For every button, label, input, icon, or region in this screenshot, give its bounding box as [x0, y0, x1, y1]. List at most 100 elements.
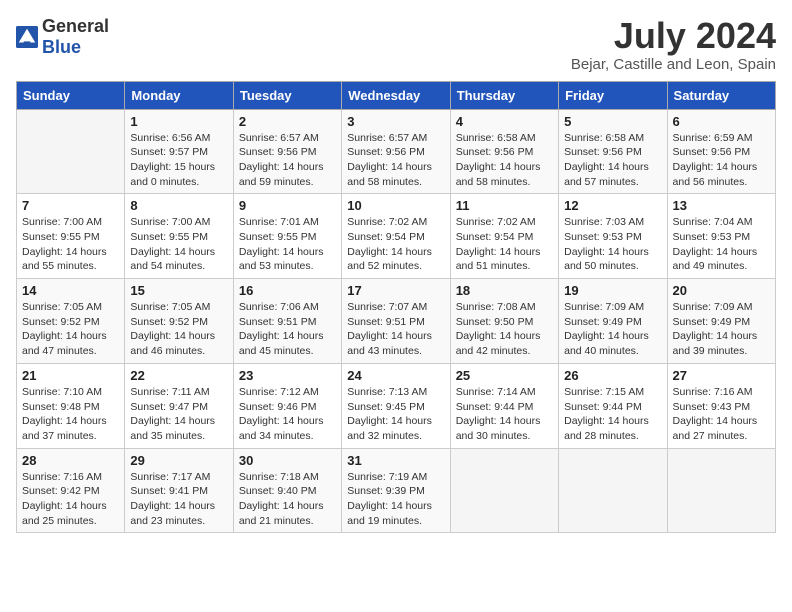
week-row-3: 14Sunrise: 7:05 AMSunset: 9:52 PMDayligh… [17, 279, 776, 364]
logo-icon [16, 26, 38, 48]
day-number: 21 [22, 368, 119, 383]
day-number: 17 [347, 283, 444, 298]
logo-general: General [42, 16, 109, 36]
calendar-cell [450, 448, 558, 533]
logo: General Blue [16, 16, 109, 58]
calendar-cell: 5 Sunrise: 6:58 AMSunset: 9:56 PMDaylight… [559, 109, 667, 194]
cell-info: Sunrise: 7:01 AMSunset: 9:55 PMDaylight:… [239, 215, 336, 274]
cell-info: Sunrise: 7:02 AMSunset: 9:54 PMDaylight:… [456, 215, 553, 274]
cell-info: Sunrise: 6:56 AMSunset: 9:57 PMDaylight:… [130, 131, 227, 190]
calendar-cell: 2 Sunrise: 6:57 AMSunset: 9:56 PMDaylight… [233, 109, 341, 194]
cell-info: Sunrise: 7:12 AMSunset: 9:46 PMDaylight:… [239, 385, 336, 444]
calendar-cell [559, 448, 667, 533]
calendar-cell: 20Sunrise: 7:09 AMSunset: 9:49 PMDayligh… [667, 279, 775, 364]
cell-info: Sunrise: 7:03 AMSunset: 9:53 PMDaylight:… [564, 215, 661, 274]
cell-info: Sunrise: 6:59 AMSunset: 9:56 PMDaylight:… [673, 131, 770, 190]
calendar-cell: 24Sunrise: 7:13 AMSunset: 9:45 PMDayligh… [342, 363, 450, 448]
day-number: 1 [130, 114, 227, 129]
calendar-cell: 10 Sunrise: 7:02 AMSunset: 9:54 PMDayligh… [342, 194, 450, 279]
day-number: 3 [347, 114, 444, 129]
day-number: 25 [456, 368, 553, 383]
day-number: 10 [347, 198, 444, 213]
main-title: July 2024 [571, 16, 776, 56]
day-number: 16 [239, 283, 336, 298]
day-number: 12 [564, 198, 661, 213]
page-header: General Blue July 2024 Bejar, Castille a… [16, 16, 776, 73]
day-number: 18 [456, 283, 553, 298]
cell-info: Sunrise: 7:00 AMSunset: 9:55 PMDaylight:… [130, 215, 227, 274]
cell-info: Sunrise: 7:18 AMSunset: 9:40 PMDaylight:… [239, 470, 336, 529]
subtitle: Bejar, Castille and Leon, Spain [571, 56, 776, 73]
cell-info: Sunrise: 7:14 AMSunset: 9:44 PMDaylight:… [456, 385, 553, 444]
column-headers: SundayMondayTuesdayWednesdayThursdayFrid… [17, 81, 776, 109]
column-header-tuesday: Tuesday [233, 81, 341, 109]
cell-info: Sunrise: 7:02 AMSunset: 9:54 PMDaylight:… [347, 215, 444, 274]
calendar-cell [667, 448, 775, 533]
calendar-cell: 7Sunrise: 7:00 AMSunset: 9:55 PMDaylight… [17, 194, 125, 279]
calendar-cell: 23 Sunrise: 7:12 AMSunset: 9:46 PMDayligh… [233, 363, 341, 448]
cell-info: Sunrise: 6:58 AMSunset: 9:56 PMDaylight:… [564, 131, 661, 190]
day-number: 26 [564, 368, 661, 383]
cell-info: Sunrise: 7:11 AMSunset: 9:47 PMDaylight:… [130, 385, 227, 444]
cell-info: Sunrise: 6:57 AMSunset: 9:56 PMDaylight:… [239, 131, 336, 190]
day-number: 6 [673, 114, 770, 129]
logo-blue: Blue [42, 37, 81, 57]
day-number: 19 [564, 283, 661, 298]
calendar-cell: 19 Sunrise: 7:09 AMSunset: 9:49 PMDayligh… [559, 279, 667, 364]
week-row-2: 7 Sunrise: 7:00 AMSunset: 9:55 PMDaylight… [17, 194, 776, 279]
day-number: 8 [130, 198, 227, 213]
day-number: 5 [564, 114, 661, 129]
cell-info: Sunrise: 7:10 AMSunset: 9:48 PMDaylight:… [22, 385, 119, 444]
day-number: 31 [347, 453, 444, 468]
day-number: 2 [239, 114, 336, 129]
calendar-cell: 22 Sunrise: 7:11 AMSunset: 9:47 PMDayligh… [125, 363, 233, 448]
calendar-cell: 4Sunrise: 6:58 AMSunset: 9:56 PMDaylight… [450, 109, 558, 194]
day-number: 9 [239, 198, 336, 213]
calendar-cell: 14Sunrise: 7:05 AMSunset: 9:52 PMDayligh… [17, 279, 125, 364]
calendar-cell: 8 Sunrise: 7:00 AMSunset: 9:55 PMDaylight… [125, 194, 233, 279]
calendar-cell: 31 Sunrise: 7:19 AMSunset: 9:39 PMDayligh… [342, 448, 450, 533]
week-row-1: 1 Sunrise: 6:56 AMSunset: 9:57 PMDaylight… [17, 109, 776, 194]
cell-info: Sunrise: 7:17 AMSunset: 9:41 PMDaylight:… [130, 470, 227, 529]
calendar-cell: 16 Sunrise: 7:06 AMSunset: 9:51 PMDayligh… [233, 279, 341, 364]
cell-info: Sunrise: 7:16 AMSunset: 9:42 PMDaylight:… [22, 470, 119, 529]
calendar-cell: 3Sunrise: 6:57 AMSunset: 9:56 PMDaylight… [342, 109, 450, 194]
day-number: 28 [22, 453, 119, 468]
cell-info: Sunrise: 6:58 AMSunset: 9:56 PMDaylight:… [456, 131, 553, 190]
day-number: 14 [22, 283, 119, 298]
day-number: 27 [673, 368, 770, 383]
calendar-cell [17, 109, 125, 194]
cell-info: Sunrise: 7:15 AMSunset: 9:44 PMDaylight:… [564, 385, 661, 444]
day-number: 23 [239, 368, 336, 383]
column-header-thursday: Thursday [450, 81, 558, 109]
day-number: 22 [130, 368, 227, 383]
day-number: 15 [130, 283, 227, 298]
cell-info: Sunrise: 7:04 AMSunset: 9:53 PMDaylight:… [673, 215, 770, 274]
day-number: 7 [22, 198, 119, 213]
calendar-cell: 17 Sunrise: 7:07 AMSunset: 9:51 PMDayligh… [342, 279, 450, 364]
cell-info: Sunrise: 7:06 AMSunset: 9:51 PMDaylight:… [239, 300, 336, 359]
calendar-cell: 29Sunrise: 7:17 AMSunset: 9:41 PMDayligh… [125, 448, 233, 533]
calendar-body: 1 Sunrise: 6:56 AMSunset: 9:57 PMDaylight… [17, 109, 776, 533]
cell-info: Sunrise: 7:19 AMSunset: 9:39 PMDaylight:… [347, 470, 444, 529]
calendar-cell: 18Sunrise: 7:08 AMSunset: 9:50 PMDayligh… [450, 279, 558, 364]
calendar-cell: 1 Sunrise: 6:56 AMSunset: 9:57 PMDaylight… [125, 109, 233, 194]
calendar-cell: 15Sunrise: 7:05 AMSunset: 9:52 PMDayligh… [125, 279, 233, 364]
cell-info: Sunrise: 7:16 AMSunset: 9:43 PMDaylight:… [673, 385, 770, 444]
column-header-wednesday: Wednesday [342, 81, 450, 109]
calendar-cell: 30 Sunrise: 7:18 AMSunset: 9:40 PMDayligh… [233, 448, 341, 533]
cell-info: Sunrise: 7:07 AMSunset: 9:51 PMDaylight:… [347, 300, 444, 359]
column-header-saturday: Saturday [667, 81, 775, 109]
day-number: 24 [347, 368, 444, 383]
calendar-cell: 28 Sunrise: 7:16 AMSunset: 9:42 PMDayligh… [17, 448, 125, 533]
title-area: July 2024 Bejar, Castille and Leon, Spai… [571, 16, 776, 73]
day-number: 11 [456, 198, 553, 213]
calendar-cell: 25 Sunrise: 7:14 AMSunset: 9:44 PMDayligh… [450, 363, 558, 448]
cell-info: Sunrise: 7:09 AMSunset: 9:49 PMDaylight:… [564, 300, 661, 359]
column-header-monday: Monday [125, 81, 233, 109]
calendar-table: SundayMondayTuesdayWednesdayThursdayFrid… [16, 81, 776, 534]
calendar-cell: 9 Sunrise: 7:01 AMSunset: 9:55 PMDaylight… [233, 194, 341, 279]
day-number: 20 [673, 283, 770, 298]
day-number: 30 [239, 453, 336, 468]
day-number: 13 [673, 198, 770, 213]
